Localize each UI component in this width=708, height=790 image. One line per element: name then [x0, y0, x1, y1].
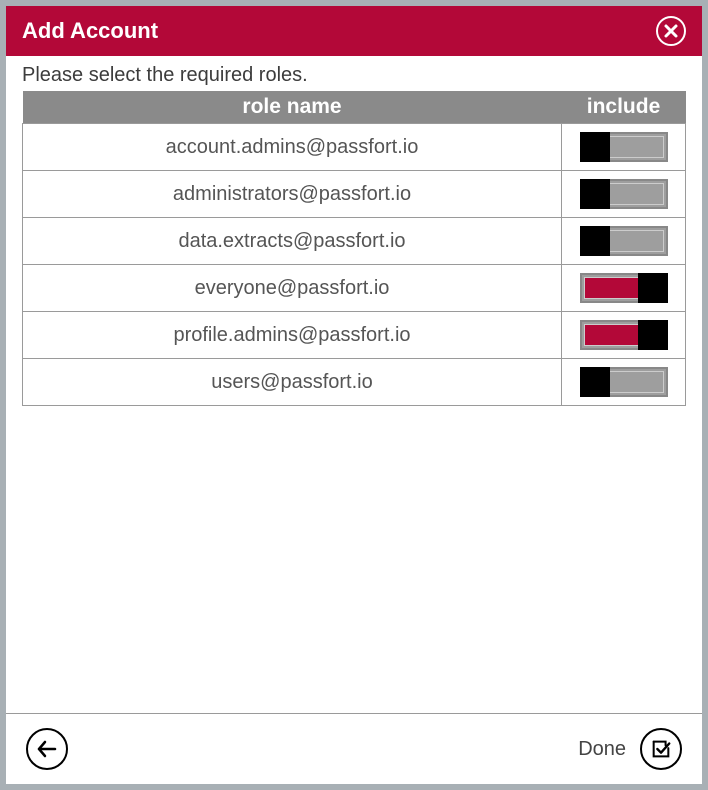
- column-header-include: include: [562, 91, 686, 124]
- include-toggle[interactable]: [580, 320, 668, 350]
- include-toggle[interactable]: [580, 179, 668, 209]
- include-cell: [562, 359, 686, 406]
- instruction-text: Please select the required roles.: [22, 64, 686, 87]
- table-row: profile.admins@passfort.io: [23, 312, 686, 359]
- table-row: account.admins@passfort.io: [23, 124, 686, 171]
- toggle-knob: [580, 132, 610, 162]
- arrow-left-icon: [35, 737, 59, 761]
- close-button[interactable]: [656, 16, 686, 46]
- done-button[interactable]: [640, 728, 682, 770]
- role-name-cell: administrators@passfort.io: [23, 171, 562, 218]
- include-cell: [562, 124, 686, 171]
- table-row: administrators@passfort.io: [23, 171, 686, 218]
- dialog-body: Please select the required roles. role n…: [6, 56, 702, 713]
- include-toggle[interactable]: [580, 367, 668, 397]
- role-name-cell: everyone@passfort.io: [23, 265, 562, 312]
- table-row: everyone@passfort.io: [23, 265, 686, 312]
- table-row: data.extracts@passfort.io: [23, 218, 686, 265]
- include-cell: [562, 218, 686, 265]
- toggle-knob: [638, 273, 668, 303]
- roles-table: role name include account.admins@passfor…: [22, 91, 686, 406]
- add-account-dialog: Add Account Please select the required r…: [6, 6, 702, 784]
- column-header-role: role name: [23, 91, 562, 124]
- table-header-row: role name include: [23, 91, 686, 124]
- toggle-knob: [580, 367, 610, 397]
- role-name-cell: profile.admins@passfort.io: [23, 312, 562, 359]
- role-name-cell: account.admins@passfort.io: [23, 124, 562, 171]
- done-label: Done: [578, 738, 626, 761]
- include-toggle[interactable]: [580, 132, 668, 162]
- footer-right: Done: [578, 728, 682, 770]
- dialog-title: Add Account: [22, 18, 158, 44]
- toggle-knob: [580, 179, 610, 209]
- include-toggle[interactable]: [580, 226, 668, 256]
- role-name-cell: data.extracts@passfort.io: [23, 218, 562, 265]
- role-name-cell: users@passfort.io: [23, 359, 562, 406]
- table-row: users@passfort.io: [23, 359, 686, 406]
- include-cell: [562, 312, 686, 359]
- close-icon: [663, 23, 679, 39]
- check-box-icon: [650, 738, 672, 760]
- include-toggle[interactable]: [580, 273, 668, 303]
- toggle-knob: [580, 226, 610, 256]
- dialog-header: Add Account: [6, 6, 702, 56]
- include-cell: [562, 265, 686, 312]
- dialog-footer: Done: [6, 713, 702, 784]
- toggle-knob: [638, 320, 668, 350]
- back-button[interactable]: [26, 728, 68, 770]
- include-cell: [562, 171, 686, 218]
